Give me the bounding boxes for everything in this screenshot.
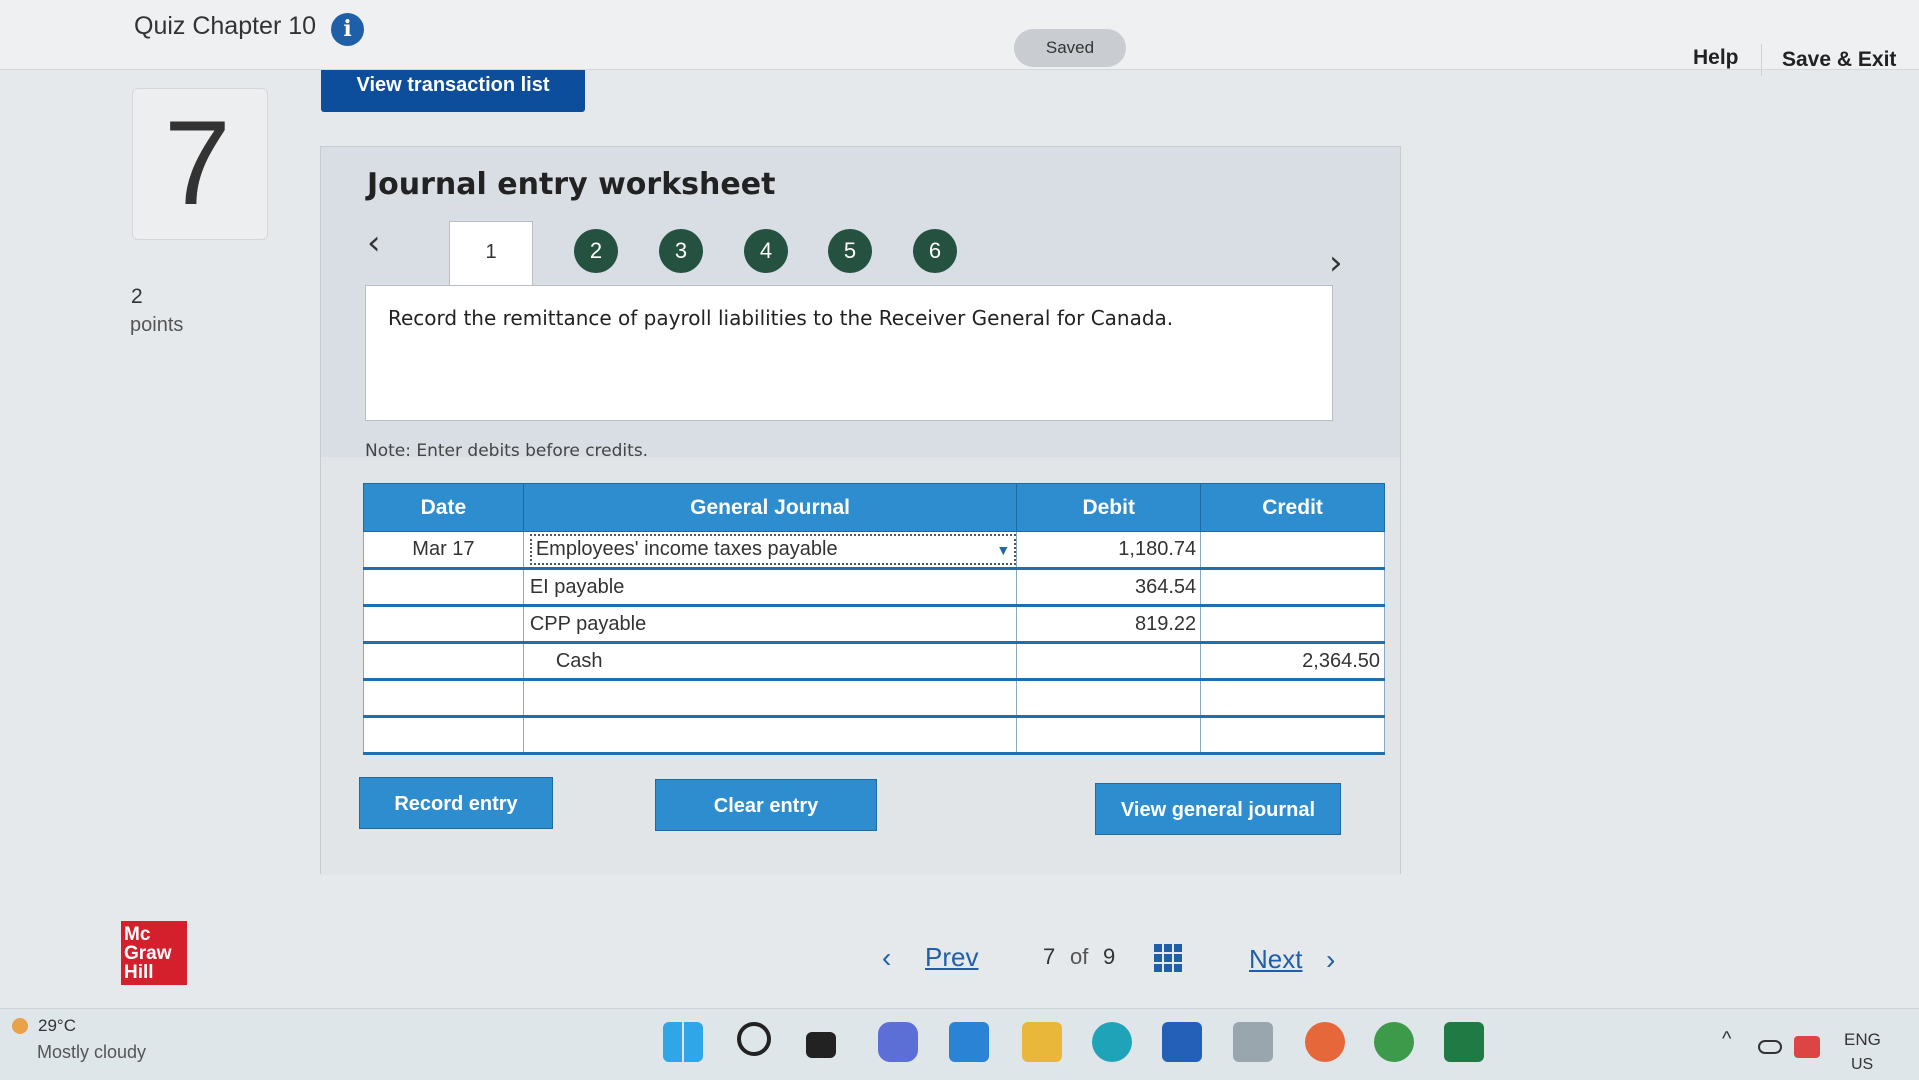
date-cell[interactable] [363,642,524,681]
table-row [363,716,1385,755]
total-pages: 9 [1103,944,1116,969]
date-header: Date [363,483,524,532]
current-page: 7 [1043,944,1056,969]
instruction-text: Record the remittance of payroll liabili… [388,306,1174,330]
edge-browser-icon[interactable] [1092,1022,1132,1062]
chevron-left-icon[interactable]: ‹ [367,223,381,263]
firefox-icon[interactable] [1305,1022,1345,1062]
divider [1761,44,1762,76]
account-value: Employees' income taxes payable [535,538,838,560]
info-icon[interactable]: i [331,13,364,46]
chevron-up-icon[interactable]: ^ [1722,1028,1731,1051]
cloud-icon[interactable] [1758,1040,1782,1054]
amazon-icon[interactable] [1233,1022,1273,1062]
tab-1[interactable]: 1 [449,221,533,289]
debit-cell[interactable] [1016,716,1201,755]
credit-cell[interactable] [1200,568,1385,607]
view-general-journal-button[interactable]: View general journal [1095,783,1341,835]
journal-table: Date General Journal Debit Credit Mar 17… [363,483,1385,755]
date-cell[interactable] [363,605,524,644]
account-cell[interactable]: Cash [522,642,1017,681]
chevron-left-icon[interactable]: ‹ [882,942,891,974]
tab-3[interactable]: 3 [659,229,703,273]
debit-cell[interactable]: 364.54 [1016,568,1201,607]
chrome-icon[interactable] [1374,1022,1414,1062]
account-cell[interactable]: CPP payable [522,605,1017,644]
tab-4[interactable]: 4 [744,229,788,273]
general-journal-header: General Journal [522,483,1018,532]
table-row: CPP payable 819.22 [363,605,1385,644]
windows-start-icon[interactable] [663,1022,703,1062]
date-cell[interactable] [363,716,524,755]
journal-worksheet-panel: Journal entry worksheet ‹ › 1 2 3 4 5 6 … [320,146,1401,875]
date-cell[interactable] [363,568,524,607]
debit-header: Debit [1016,483,1202,532]
account-cell[interactable] [522,716,1017,755]
account-cell[interactable]: EI payable [522,568,1017,607]
instruction-box: Record the remittance of payroll liabili… [365,285,1333,421]
tab-2[interactable]: 2 [574,229,618,273]
credit-cell[interactable]: 2,364.50 [1200,642,1385,681]
debit-cell[interactable]: 819.22 [1016,605,1201,644]
quiz-title: Quiz Chapter 10 [134,12,317,40]
language-indicator[interactable]: ENG [1844,1030,1881,1050]
date-cell[interactable] [363,679,524,718]
account-value: Cash [555,649,603,672]
credit-cell[interactable] [1200,531,1385,570]
store-icon[interactable] [1162,1022,1202,1062]
weather-condition: Mostly cloudy [37,1042,147,1062]
clear-entry-button[interactable]: Clear entry [655,779,877,831]
account-select[interactable]: Employees' income taxes payable ▼ [529,534,1017,565]
credit-cell[interactable] [1200,716,1385,755]
account-cell[interactable] [522,679,1017,718]
record-entry-button[interactable]: Record entry [359,777,553,829]
weather-temperature: 29°C [38,1016,76,1035]
date-cell[interactable]: Mar 17 [363,531,524,570]
mail-icon[interactable] [949,1022,989,1062]
saved-status-badge: Saved [1014,29,1126,67]
excel-icon[interactable] [1444,1022,1484,1062]
chat-icon[interactable] [878,1022,918,1062]
prev-link[interactable]: Prev [925,942,978,973]
tab-5[interactable]: 5 [828,229,872,273]
table-row: EI payable 364.54 [363,568,1385,607]
view-transaction-list-button[interactable]: View transaction list [321,70,585,112]
table-row: Mar 17 Employees' income taxes payable ▼… [363,531,1385,570]
credit-cell[interactable] [1200,679,1385,718]
note-text: Note: Enter debits before credits. [365,441,649,461]
credit-cell[interactable] [1200,605,1385,644]
mcgraw-hill-logo: Mc Graw Hill [121,921,187,985]
notification-icon[interactable] [1794,1036,1820,1058]
tab-6[interactable]: 6 [913,229,957,273]
chevron-right-icon[interactable]: › [1326,944,1335,976]
region-indicator[interactable]: US [1851,1056,1873,1074]
debit-cell[interactable] [1016,642,1201,681]
account-cell[interactable]: Employees' income taxes payable ▼ [522,531,1017,570]
worksheet-title: Journal entry worksheet [367,167,776,202]
task-view-icon[interactable] [806,1032,836,1058]
debit-cell[interactable] [1016,679,1201,718]
table-row [363,679,1385,718]
file-explorer-icon[interactable] [1022,1022,1062,1062]
question-number: 7 [164,96,231,230]
table-row: Cash 2,364.50 [363,642,1385,681]
search-icon[interactable] [737,1022,771,1056]
points-value: 2 [131,285,143,308]
chevron-right-icon[interactable]: › [1329,243,1343,283]
debit-cell[interactable]: 1,180.74 [1016,531,1201,570]
page-of-label: of [1070,944,1089,969]
save-exit-link[interactable]: Save & Exit [1782,48,1896,72]
help-link[interactable]: Help [1693,46,1739,70]
weather-icon[interactable] [12,1018,28,1034]
grid-icon[interactable] [1154,944,1182,972]
credit-header: Credit [1200,483,1385,532]
points-label: points [130,314,184,336]
chevron-down-icon[interactable]: ▼ [996,542,1010,558]
next-link[interactable]: Next [1249,944,1302,975]
